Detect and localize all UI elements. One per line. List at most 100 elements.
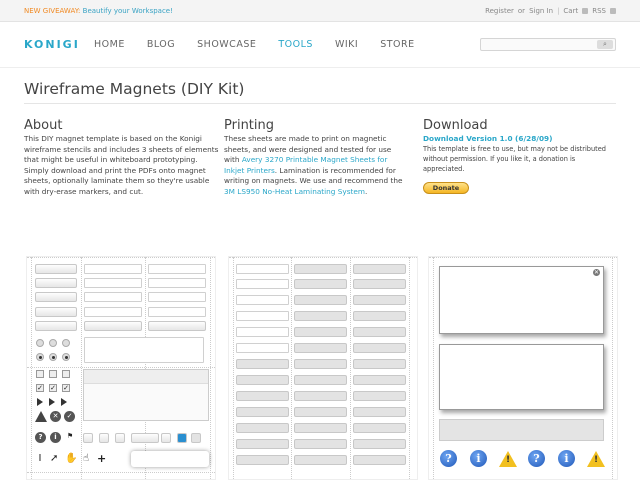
rss-link[interactable]: RSS <box>592 7 606 15</box>
bar-magnet <box>236 407 289 417</box>
bar-magnet <box>236 391 289 401</box>
field-magnet <box>148 307 206 317</box>
bar-magnet <box>294 407 347 417</box>
info-icon: i <box>470 450 487 467</box>
promo-link[interactable]: Beautify your Workspace! <box>83 7 173 15</box>
cut-line <box>210 257 211 479</box>
bar-magnet <box>353 375 406 385</box>
bar-magnet <box>294 311 347 321</box>
cart-link[interactable]: Cart <box>563 7 578 15</box>
button-magnet <box>35 264 77 274</box>
flag-icon: ⚑ <box>66 432 74 440</box>
cut-line <box>291 257 292 479</box>
field-magnet <box>148 278 206 288</box>
checkbox-magnet <box>191 433 201 443</box>
rss-icon[interactable] <box>582 7 589 14</box>
bar-magnet <box>236 375 289 385</box>
pointer-icon: ➚ <box>50 453 59 464</box>
cut-line <box>27 367 215 368</box>
tooltip-magnet <box>131 451 209 467</box>
about-text: This DIY magnet template is based on the… <box>24 134 219 196</box>
checkbox-magnet <box>83 433 93 443</box>
or-text: or <box>517 6 526 15</box>
nav-showcase[interactable]: SHOWCASE <box>197 39 256 50</box>
checkbox-magnet: ✓ <box>36 384 44 392</box>
text-cursor-icon: I <box>38 453 42 464</box>
bar-magnet <box>294 455 347 465</box>
hand-pointer-icon: ☝ <box>82 453 90 464</box>
sheet-bars[interactable] <box>228 256 418 480</box>
bar-magnet <box>236 423 289 433</box>
signin-link[interactable]: Sign In <box>529 7 553 15</box>
bar-magnet <box>294 295 347 305</box>
play-icon <box>37 398 43 406</box>
checkbox-magnet <box>62 370 70 378</box>
download-text: This template is free to use, but may no… <box>423 145 606 173</box>
field-magnet <box>84 278 142 288</box>
bar-magnet <box>353 423 406 433</box>
download-link[interactable]: Download Version 1.0 (6/28/09) <box>423 134 618 144</box>
nav-wiki[interactable]: WIKI <box>335 39 358 50</box>
bar-magnet <box>236 264 289 274</box>
check-icon: ✓ <box>64 411 75 422</box>
nav-blog[interactable]: BLOG <box>147 39 175 50</box>
search-input[interactable]: ⌕ <box>480 38 616 51</box>
checkbox-magnet: ✓ <box>62 384 70 392</box>
bar-magnet <box>353 264 406 274</box>
checkbox-magnet <box>115 433 125 443</box>
nav-home[interactable]: HOME <box>94 39 125 50</box>
warning-icon <box>35 411 47 422</box>
play-icon <box>61 398 67 406</box>
bar-magnet <box>353 343 406 353</box>
top-bar: NEW GIVEAWAY: Beautify your Workspace! R… <box>0 0 640 22</box>
page-title: Wireframe Magnets (DIY Kit) <box>24 80 245 98</box>
radio-magnet <box>62 339 70 347</box>
help-icon: ? <box>528 450 545 467</box>
cut-line <box>81 257 82 479</box>
message-box-magnet <box>439 419 604 441</box>
bar-magnet <box>353 279 406 289</box>
field-magnet <box>148 264 206 274</box>
nav-store[interactable]: STORE <box>380 39 414 50</box>
window-magnet <box>439 344 604 410</box>
download-heading: Download <box>423 118 488 133</box>
bar-magnet <box>353 295 406 305</box>
register-link[interactable]: Register <box>485 7 514 15</box>
checkbox-magnet <box>49 370 57 378</box>
search-button[interactable]: ⌕ <box>597 40 613 49</box>
feed-icon[interactable] <box>610 7 616 14</box>
laminator-link[interactable]: 3M LS950 No-Heat Laminating System <box>224 187 365 196</box>
promo[interactable]: NEW GIVEAWAY: Beautify your Workspace! <box>24 7 173 15</box>
field-magnet <box>148 292 206 302</box>
promo-tag[interactable]: NEW GIVEAWAY: <box>24 7 80 15</box>
selected-checkbox-magnet <box>177 433 187 443</box>
sheet-windows[interactable]: ✕ ? i ! ? i ! <box>428 256 618 480</box>
field-magnet <box>84 292 142 302</box>
radio-magnet <box>36 339 44 347</box>
cut-line <box>433 257 434 479</box>
donate-button[interactable]: Donate <box>423 182 469 194</box>
main-nav: KONIGI HOME BLOG SHOWCASE TOOLS WIKI STO… <box>0 22 640 68</box>
button-magnet <box>35 278 77 288</box>
dialog-window-magnet: ✕ <box>439 266 604 334</box>
cut-line <box>31 257 32 479</box>
bar-magnet <box>294 264 347 274</box>
bar-magnet <box>294 375 347 385</box>
about-section: About This DIY magnet template is based … <box>24 118 220 198</box>
dropdown-magnet <box>35 307 77 317</box>
sheet-form-elements[interactable]: ✓ ✓ ✓ ✕ ✓ ? i ⚑ I ➚ ✋ ☝ + <box>26 256 216 480</box>
help-icon: ? <box>440 450 457 467</box>
logo[interactable]: KONIGI <box>24 38 78 51</box>
nav-tools[interactable]: TOOLS <box>278 39 313 50</box>
cut-line <box>429 257 617 258</box>
cut-line <box>350 257 351 479</box>
rich-text-editor-magnet <box>83 369 209 421</box>
bar-magnet <box>353 359 406 369</box>
pager-magnet <box>161 433 171 443</box>
info-icon: i <box>558 450 575 467</box>
field-magnet <box>84 264 142 274</box>
divider: | <box>557 6 560 15</box>
bar-magnet <box>294 343 347 353</box>
bar-magnet <box>294 359 347 369</box>
pager-magnet <box>131 433 159 443</box>
